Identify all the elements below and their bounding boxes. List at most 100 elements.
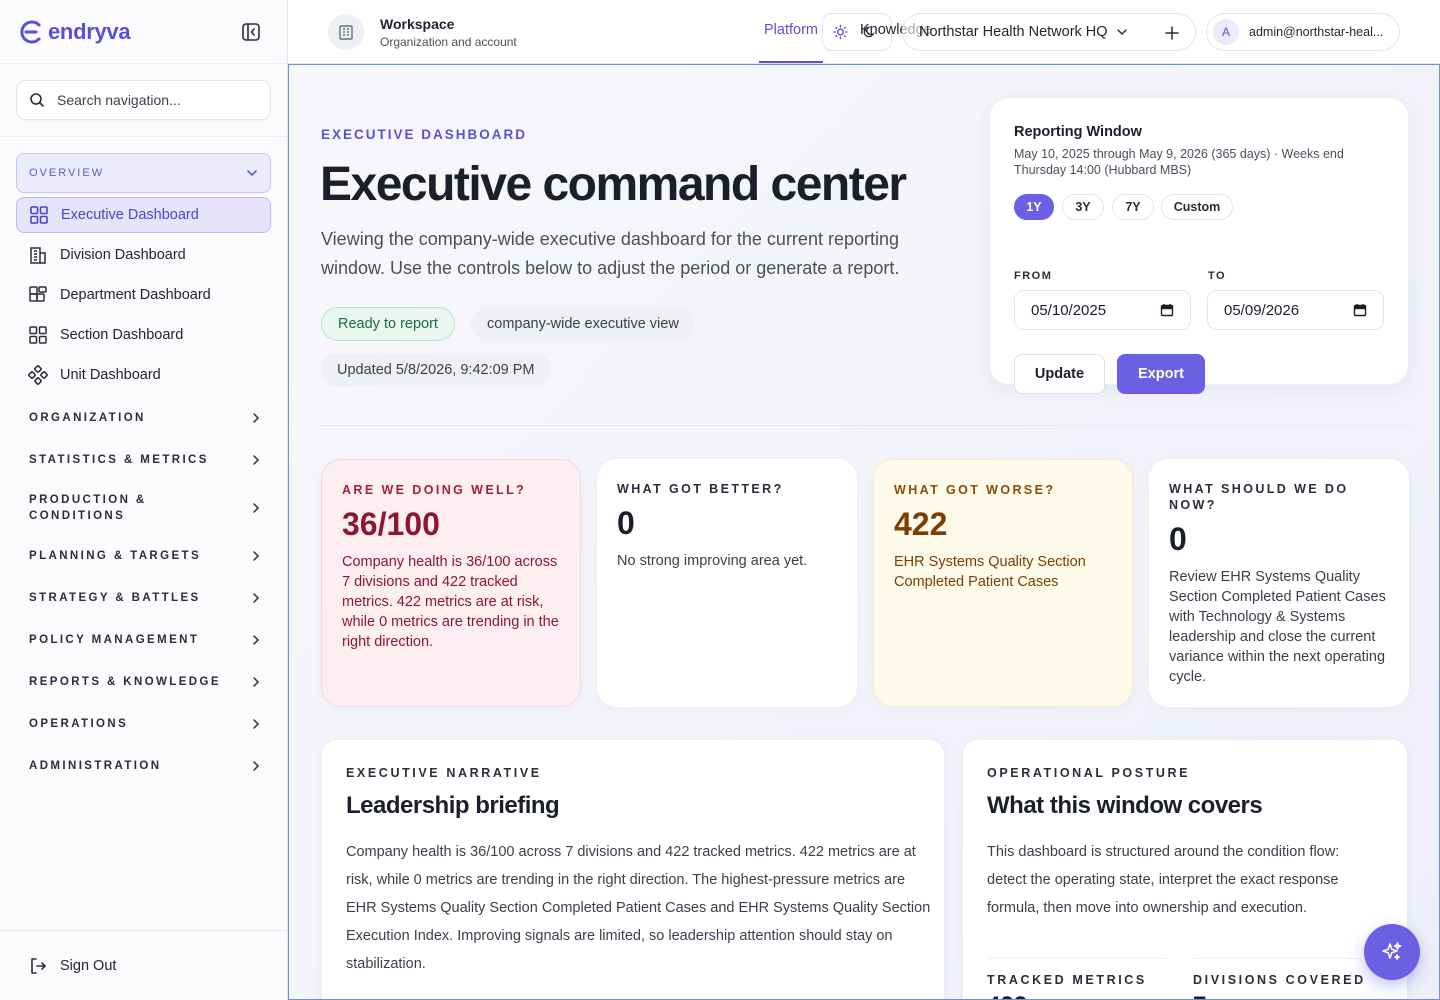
organization-selector[interactable]: Northstar Health Network HQ xyxy=(902,13,1196,51)
kpi-text: EHR Systems Quality Section Completed Pa… xyxy=(894,554,1086,590)
from-date-field[interactable]: 05/10/2025 xyxy=(1014,290,1191,330)
chevron-right-icon xyxy=(253,677,260,687)
calendar-icon xyxy=(1353,304,1367,317)
range-7y-button[interactable]: 7Y xyxy=(1112,194,1154,220)
from-date-value: 05/10/2025 xyxy=(1031,301,1107,319)
sidebar-item-section-dashboard[interactable]: Section Dashboard xyxy=(16,317,271,353)
kpi-label: WHAT GOT BETTER? xyxy=(617,482,784,496)
narrative-line: Company health is 36/100 across 7 divisi… xyxy=(346,844,916,860)
posture-line: formula, then move into ownership and ex… xyxy=(987,900,1307,916)
section-organization[interactable]: ORGANIZATION xyxy=(0,408,288,428)
export-button[interactable]: Export xyxy=(1117,354,1205,394)
chevron-right-icon xyxy=(253,503,260,513)
section-label: POLICY MANAGEMENT xyxy=(29,634,200,646)
panel-title: Leadership briefing xyxy=(346,792,560,819)
kpi-value: 0 xyxy=(1169,521,1187,557)
section-label: ORGANIZATION xyxy=(29,412,146,424)
kpi-card-got-worse: WHAT GOT WORSE? 422 EHR Systems Quality … xyxy=(873,459,1133,707)
section-planning-targets[interactable]: PLANNING & TARGETS xyxy=(0,546,288,566)
range-custom-button[interactable]: Custom xyxy=(1161,194,1233,220)
kpi-card-got-better: WHAT GOT BETTER? 0 No strong improving a… xyxy=(597,459,857,707)
to-date-field[interactable]: 05/09/2026 xyxy=(1207,290,1384,330)
chevron-right-icon xyxy=(253,635,260,645)
panel-body: Company health is 36/100 across 7 divisi… xyxy=(346,838,930,978)
stat-label-tracked-metrics: TRACKED METRICS xyxy=(987,958,1167,987)
kpi-label: WHAT SHOULD WE DO NOW? xyxy=(1169,482,1349,512)
organization-name: Northstar Health Network HQ xyxy=(919,24,1108,40)
kpi-value: 422 xyxy=(894,506,948,542)
kpi-card-doing-well: ARE WE DOING WELL? 36/100 Company health… xyxy=(321,459,581,707)
narrative-line: Execution Index. Improving signals are l… xyxy=(346,928,893,944)
page-description: Viewing the company-wide executive dashb… xyxy=(321,229,900,278)
reporting-window-title: Reporting Window xyxy=(1014,124,1142,140)
workspace-title: Workspace xyxy=(380,16,455,32)
sidebar-item-label: Division Dashboard xyxy=(60,247,186,263)
sign-out-button[interactable]: Sign Out xyxy=(0,930,288,1000)
divider xyxy=(321,425,1409,426)
brand-logo-icon xyxy=(20,20,41,43)
user-email: admin@northstar-heal... xyxy=(1249,25,1384,39)
posture-line: This dashboard is structured around the … xyxy=(987,844,1340,860)
group-overview-toggle[interactable]: OVERVIEW xyxy=(16,153,271,193)
user-menu[interactable]: A admin@northstar-heal... xyxy=(1206,13,1400,51)
kpi-text: Company health is 36/100 across 7 divisi… xyxy=(342,554,559,650)
range-1y-button[interactable]: 1Y xyxy=(1014,194,1054,220)
sidebar-item-department-dashboard[interactable]: Department Dashboard xyxy=(16,277,271,313)
plus-icon[interactable] xyxy=(1165,26,1179,40)
page-eyebrow: EXECUTIVE DASHBOARD xyxy=(321,127,528,142)
reporting-window-range: May 10, 2025 through May 9, 2026 (365 da… xyxy=(1014,147,1344,177)
section-label: REPORTS & KNOWLEDGE xyxy=(29,676,221,688)
ai-assistant-button[interactable] xyxy=(1364,924,1420,980)
sidebar-item-unit-dashboard[interactable]: Unit Dashboard xyxy=(16,357,271,393)
section-policy-management[interactable]: POLICY MANAGEMENT xyxy=(0,630,288,650)
update-button[interactable]: Update xyxy=(1014,354,1105,394)
kpi-value: 0 xyxy=(617,505,635,541)
chevron-right-icon xyxy=(253,719,260,729)
narrative-line: EHR Systems Quality Section Completed Pa… xyxy=(346,900,931,916)
sidebar: endryva OVERVIEW Executive Dashboard Div… xyxy=(0,0,288,1000)
kpi-text: No strong improving area yet. xyxy=(617,553,808,569)
section-label: ADMINISTRATION xyxy=(29,760,162,772)
status-badge: Ready to report xyxy=(321,307,455,341)
panel-title: What this window covers xyxy=(987,792,1263,819)
panel-body: This dashboard is structured around the … xyxy=(987,838,1339,922)
to-label: TO xyxy=(1208,270,1227,282)
narrative-line: risk, while 0 metrics are trending in th… xyxy=(346,872,906,888)
stat-value-tracked-metrics: 422 xyxy=(987,992,1027,999)
range-3y-button[interactable]: 3Y xyxy=(1062,194,1104,220)
grid-icon xyxy=(29,326,47,344)
collapse-sidebar-icon[interactable] xyxy=(241,22,261,42)
sign-out-label: Sign Out xyxy=(60,957,117,974)
main-content: EXECUTIVE DASHBOARD Executive command ce… xyxy=(288,64,1440,1000)
brand: endryva xyxy=(0,0,287,64)
section-reports-knowledge[interactable]: REPORTS & KNOWLEDGE xyxy=(0,672,288,692)
sidebar-item-executive-dashboard[interactable]: Executive Dashboard xyxy=(16,197,271,233)
kpi-card-do-now: WHAT SHOULD WE DO NOW? 0 Review EHR Syst… xyxy=(1149,459,1409,707)
section-label: PRODUCTION & CONDITIONS xyxy=(29,494,147,522)
section-label: PLANNING & TARGETS xyxy=(29,550,202,562)
kpi-text: Review EHR Systems Quality Section Compl… xyxy=(1169,569,1386,685)
sidebar-item-label: Executive Dashboard xyxy=(61,207,199,223)
group-label: OVERVIEW xyxy=(29,167,105,179)
chevron-down-icon xyxy=(247,170,257,177)
chevron-right-icon xyxy=(253,413,260,423)
sparkle-icon xyxy=(1382,942,1402,960)
sidebar-item-division-dashboard[interactable]: Division Dashboard xyxy=(16,237,271,273)
section-strategy-battles[interactable]: STRATEGY & BATTLES xyxy=(0,588,288,608)
kpi-value: 36/100 xyxy=(342,506,440,542)
sun-icon xyxy=(833,24,848,40)
search-icon xyxy=(30,93,44,107)
topbar: Workspace Organization and account Platf… xyxy=(288,0,1440,64)
chevron-right-icon xyxy=(253,761,260,771)
building-icon xyxy=(339,25,353,40)
tab-platform[interactable]: Platform xyxy=(764,22,818,38)
sidebar-item-label: Unit Dashboard xyxy=(60,367,161,383)
nodes-icon xyxy=(28,365,48,385)
section-operations[interactable]: OPERATIONS xyxy=(0,714,288,734)
section-administration[interactable]: ADMINISTRATION xyxy=(0,756,288,776)
section-production-conditions[interactable]: PRODUCTION & CONDITIONS xyxy=(0,492,288,524)
workspace-subtitle: Organization and account xyxy=(380,35,517,49)
search-input[interactable] xyxy=(57,92,257,108)
section-statistics-metrics[interactable]: STATISTICS & METRICS xyxy=(0,450,288,470)
updated-timestamp: Updated 5/8/2026, 9:42:09 PM xyxy=(321,353,551,387)
